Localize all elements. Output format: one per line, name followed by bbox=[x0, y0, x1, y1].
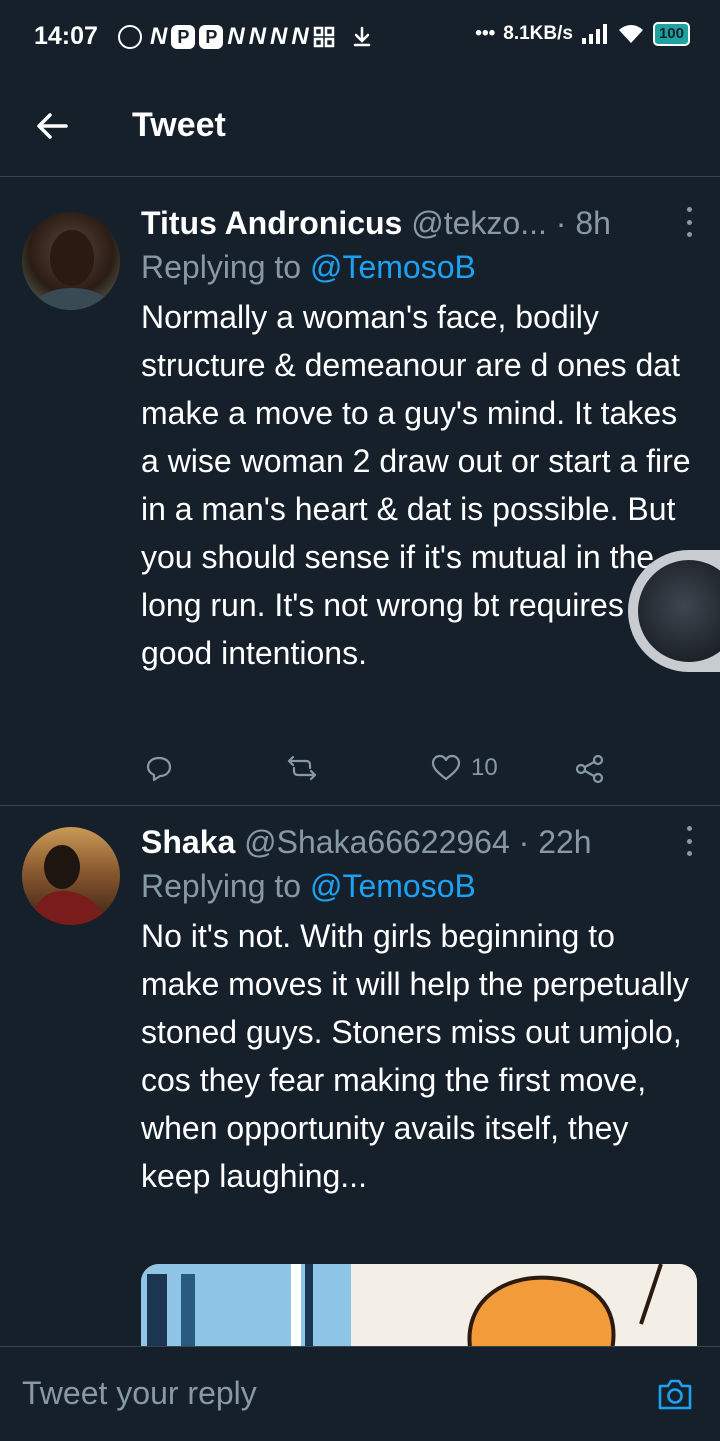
camera-icon[interactable] bbox=[656, 1375, 694, 1413]
tweet-time: 22h bbox=[538, 824, 592, 860]
network-speed: 8.1KB/s bbox=[503, 23, 573, 44]
author-name[interactable]: Shaka bbox=[141, 824, 235, 860]
tweet-media-image[interactable] bbox=[141, 1264, 697, 1354]
reply-mention-link[interactable]: @TemosoB bbox=[310, 249, 476, 285]
signal-icon bbox=[581, 24, 607, 44]
author-handle[interactable]: @Shaka66622964 bbox=[244, 824, 510, 860]
reply-mention-link[interactable]: @TemosoB bbox=[310, 868, 476, 904]
notification-p-icon: P bbox=[171, 25, 196, 49]
status-time: 14:07 bbox=[34, 22, 98, 50]
reply-icon bbox=[146, 756, 172, 782]
tweet-time: 8h bbox=[575, 205, 611, 241]
top-app-bar: Tweet bbox=[0, 76, 720, 177]
download-icon bbox=[353, 26, 370, 47]
reply-button[interactable] bbox=[145, 754, 173, 782]
separator-dot: · bbox=[518, 824, 530, 860]
whatsapp-icon bbox=[118, 25, 142, 49]
replying-to: Replying to @TemosoB bbox=[141, 243, 694, 291]
page-title: Tweet bbox=[132, 106, 226, 144]
author-name[interactable]: Titus Andronicus bbox=[141, 205, 402, 241]
share-icon bbox=[575, 754, 604, 784]
tweet-text: Normally a woman's face, bodily structur… bbox=[141, 299, 691, 671]
like-button[interactable]: 10 bbox=[431, 754, 498, 782]
avatar[interactable] bbox=[22, 212, 120, 310]
notification-icons: N P P N N N N bbox=[118, 20, 375, 54]
tweet-header: Shaka @Shaka66622964 · 22h bbox=[141, 822, 694, 862]
notification-n-icon: N bbox=[150, 23, 168, 50]
bubble-avatar bbox=[638, 560, 720, 662]
retweet-icon bbox=[287, 755, 317, 781]
notification-n-icon: N bbox=[227, 23, 245, 50]
heart-icon bbox=[431, 754, 461, 781]
avatar[interactable] bbox=[22, 827, 120, 925]
tweet-header: Titus Andronicus @tekzo... · 8h bbox=[141, 203, 694, 243]
replying-to-label: Replying to bbox=[141, 868, 302, 904]
reply-input[interactable] bbox=[22, 1375, 602, 1412]
replying-to: Replying to @TemosoB bbox=[141, 862, 694, 910]
status-right: ••• 8.1KB/s 100 bbox=[475, 22, 690, 46]
replying-to-label: Replying to bbox=[141, 249, 302, 285]
more-options-icon[interactable] bbox=[684, 826, 694, 856]
tweet-reply[interactable]: Titus Andronicus @tekzo... · 8h Replying… bbox=[0, 177, 720, 805]
battery-icon: 100 bbox=[652, 22, 690, 46]
status-bar: 14:07 N P P N N N N ••• 8.1KB/s 100 bbox=[0, 0, 720, 76]
author-handle[interactable]: @tekzo... bbox=[411, 205, 547, 241]
notification-n-icon: N bbox=[248, 23, 267, 50]
separator-dot: · bbox=[555, 205, 567, 241]
tweet-text: No it's not. With girls beginning to mak… bbox=[141, 918, 689, 1194]
grid-app-icon bbox=[313, 26, 334, 48]
notification-n-icon: N bbox=[291, 23, 309, 50]
more-options-icon[interactable] bbox=[684, 207, 694, 237]
more-notifications-icon: ••• bbox=[475, 23, 496, 44]
notification-p-icon: P bbox=[199, 25, 224, 49]
like-count: 10 bbox=[471, 754, 498, 781]
reply-composer bbox=[0, 1346, 720, 1441]
retweet-button[interactable] bbox=[286, 754, 318, 782]
share-button[interactable] bbox=[575, 754, 605, 784]
back-arrow-icon[interactable] bbox=[34, 108, 70, 144]
wifi-icon bbox=[618, 25, 643, 43]
notification-n-icon: N bbox=[270, 23, 288, 50]
